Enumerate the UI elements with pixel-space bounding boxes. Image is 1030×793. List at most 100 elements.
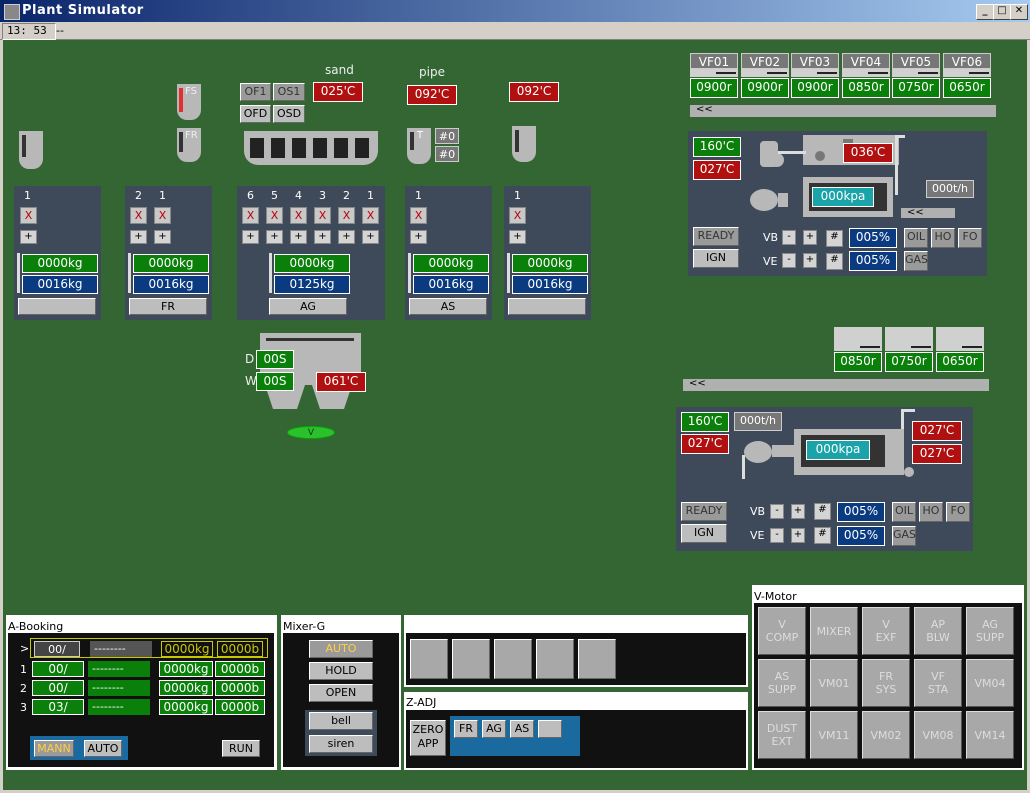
plus-button[interactable]: + xyxy=(266,230,283,244)
ho-button[interactable]: HO xyxy=(919,502,943,522)
as-button[interactable]: AS xyxy=(409,298,487,315)
gas-button[interactable]: GAS xyxy=(892,526,916,546)
fr-button[interactable]: FR xyxy=(129,298,207,315)
x-button[interactable]: X xyxy=(338,207,355,224)
x-button[interactable]: X xyxy=(362,207,379,224)
vmotor-dust-ext-button[interactable]: DUST EXT xyxy=(758,711,806,759)
vmotor-vm11-button[interactable]: VM11 xyxy=(810,711,858,759)
auto-button[interactable]: AUTO xyxy=(84,740,122,757)
ve-plus-button[interactable]: + xyxy=(791,528,805,543)
oil-button[interactable]: OIL xyxy=(892,502,916,522)
vmotor-ap-blw-button[interactable]: AP BLW xyxy=(914,607,962,655)
siren-button[interactable]: siren xyxy=(309,735,373,753)
boiler1-ready-button[interactable]: READY xyxy=(693,227,739,246)
boiler2-ign-button[interactable]: IGN xyxy=(681,524,727,543)
ve-hash-button[interactable]: # xyxy=(826,253,843,270)
ho-button[interactable]: HO xyxy=(931,228,955,248)
plus-button[interactable]: + xyxy=(509,230,526,244)
mann-button[interactable]: MANN xyxy=(34,740,74,757)
x-button[interactable]: X xyxy=(130,207,147,224)
x-button[interactable]: X xyxy=(290,207,307,224)
plus-button[interactable]: + xyxy=(130,230,147,244)
zadj-as-button[interactable]: AS xyxy=(510,720,534,738)
zadj-blank-button[interactable] xyxy=(538,720,562,738)
vmotor-vm08-button[interactable]: VM08 xyxy=(914,711,962,759)
vmotor-vm04-button[interactable]: VM04 xyxy=(966,659,1014,707)
oil-button[interactable]: OIL xyxy=(904,228,928,248)
vmotor-mixer-button[interactable]: MIXER xyxy=(810,607,858,655)
fo-button[interactable]: FO xyxy=(958,228,982,248)
plus-button[interactable]: + xyxy=(20,230,37,244)
vb-plus-button[interactable]: + xyxy=(791,504,805,519)
x-button[interactable]: X xyxy=(266,207,283,224)
zero-app-button[interactable]: ZERO APP xyxy=(410,720,446,756)
booking-code[interactable]: 00/ xyxy=(32,680,84,696)
mixer-hold-button[interactable]: HOLD xyxy=(309,662,373,680)
x-button[interactable]: X xyxy=(242,207,259,224)
ofd-button[interactable]: OFD xyxy=(240,105,271,123)
vmotor-vm14-button[interactable]: VM14 xyxy=(966,711,1014,759)
total-value: 0016kg xyxy=(22,275,98,294)
boiler2-ready-button[interactable]: READY xyxy=(681,502,727,521)
slot-button[interactable] xyxy=(578,639,616,679)
mixer-motor-icon[interactable]: V xyxy=(287,426,335,439)
ag-button[interactable]: AG xyxy=(269,298,347,315)
ve-plus-button[interactable]: + xyxy=(803,253,817,268)
plus-button[interactable]: + xyxy=(242,230,259,244)
minimize-button[interactable]: _ xyxy=(976,4,994,20)
mixer-auto-button[interactable]: AUTO xyxy=(309,640,373,658)
booking-code[interactable]: 00/ xyxy=(32,661,84,677)
vmotor-vm02-button[interactable]: VM02 xyxy=(862,711,910,759)
plus-button[interactable]: + xyxy=(314,230,331,244)
booking-code[interactable]: 00/ xyxy=(34,641,80,657)
vb-hash-button[interactable]: # xyxy=(814,503,831,520)
booking-code[interactable]: 03/ xyxy=(32,699,84,715)
vmotor-vf-sta-button[interactable]: VF STA xyxy=(914,659,962,707)
close-button[interactable]: ✕ xyxy=(1010,4,1028,20)
conveyor-scroll-1[interactable]: << xyxy=(690,105,996,117)
maximize-button[interactable]: □ xyxy=(993,4,1011,20)
boiler1-ign-button[interactable]: IGN xyxy=(693,249,739,268)
x-button[interactable]: X xyxy=(154,207,171,224)
x-button[interactable]: X xyxy=(314,207,331,224)
vmotor-v-comp-button[interactable]: V COMP xyxy=(758,607,806,655)
vb-minus-button[interactable]: - xyxy=(770,504,784,519)
slot-button[interactable] xyxy=(452,639,490,679)
zadj-ag-button[interactable]: AG xyxy=(482,720,506,738)
plus-button[interactable]: + xyxy=(290,230,307,244)
os1-button[interactable]: OS1 xyxy=(273,83,305,101)
run-button[interactable]: RUN xyxy=(222,740,260,757)
group-name-button[interactable] xyxy=(18,298,96,315)
mixer-open-button[interactable]: OPEN xyxy=(309,684,373,702)
plus-button[interactable]: + xyxy=(338,230,355,244)
vb-hash-button[interactable]: # xyxy=(826,230,843,247)
ve-hash-button[interactable]: # xyxy=(814,527,831,544)
x-button[interactable]: X xyxy=(410,207,427,224)
gas-button[interactable]: GAS xyxy=(904,251,928,271)
x-button[interactable]: X xyxy=(509,207,526,224)
conveyor-scroll-2[interactable]: << xyxy=(683,379,989,391)
fo-button[interactable]: FO xyxy=(946,502,970,522)
vmotor-v-exf-button[interactable]: V EXF xyxy=(862,607,910,655)
x-button[interactable]: X xyxy=(20,207,37,224)
plus-button[interactable]: + xyxy=(362,230,379,244)
osd-button[interactable]: OSD xyxy=(273,105,305,123)
vb-minus-button[interactable]: - xyxy=(782,230,796,245)
group-name-button[interactable] xyxy=(508,298,586,315)
of1-button[interactable]: OF1 xyxy=(240,83,271,101)
vmotor-vm01-button[interactable]: VM01 xyxy=(810,659,858,707)
plus-button[interactable]: + xyxy=(410,230,427,244)
slot-button[interactable] xyxy=(494,639,532,679)
vb-plus-button[interactable]: + xyxy=(803,230,817,245)
zadj-fr-button[interactable]: FR xyxy=(454,720,478,738)
vmotor-ag-supp-button[interactable]: AG SUPP xyxy=(966,607,1014,655)
slot-button[interactable] xyxy=(410,639,448,679)
boiler1-scroll[interactable]: << xyxy=(901,208,955,218)
ve-minus-button[interactable]: - xyxy=(770,528,784,543)
ve-minus-button[interactable]: - xyxy=(782,253,796,268)
vmotor-fr-sys-button[interactable]: FR SYS xyxy=(862,659,910,707)
slot-button[interactable] xyxy=(536,639,574,679)
plus-button[interactable]: + xyxy=(154,230,171,244)
bell-button[interactable]: bell xyxy=(309,712,373,730)
vmotor-as-supp-button[interactable]: AS SUPP xyxy=(758,659,806,707)
